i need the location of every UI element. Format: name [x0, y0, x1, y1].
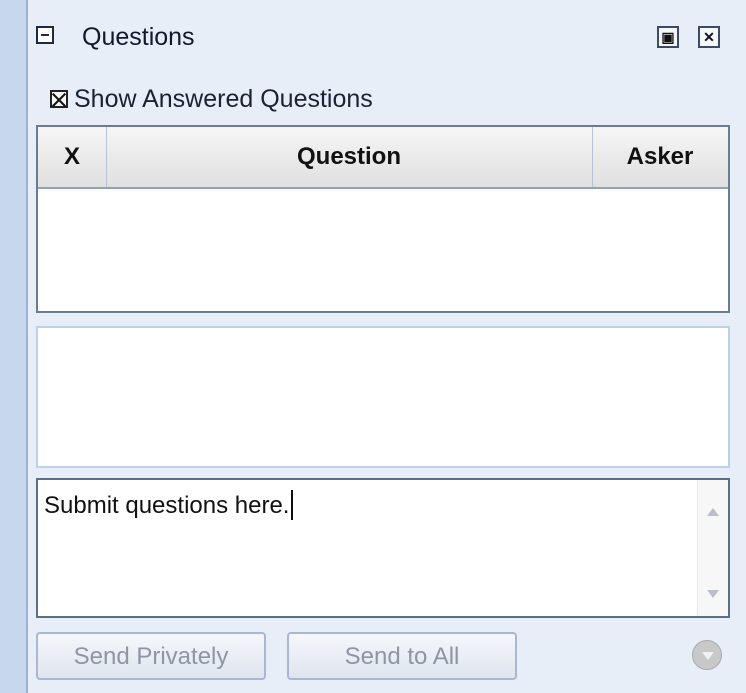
questions-table: X Question Asker — [36, 125, 730, 313]
question-input-value: Submit questions here. — [44, 492, 290, 519]
restore-icon[interactable]: ▣ — [657, 26, 679, 48]
questions-panel: Questions ▣ ✕ Show Answered Questions X … — [26, 0, 746, 693]
text-cursor — [291, 490, 294, 520]
scroll-down-icon[interactable] — [707, 590, 719, 598]
close-icon[interactable]: ✕ — [698, 26, 720, 48]
column-header-x[interactable]: X — [38, 127, 107, 187]
show-answered-label: Show Answered Questions — [74, 84, 373, 113]
show-answered-checkbox[interactable] — [50, 90, 68, 108]
input-scrollbar[interactable] — [697, 480, 728, 616]
table-header: X Question Asker — [38, 127, 728, 189]
panel-title: Questions — [82, 23, 195, 51]
question-input[interactable]: Submit questions here. — [36, 478, 730, 618]
chevron-down-icon[interactable] — [692, 640, 722, 670]
column-header-question[interactable]: Question — [106, 127, 593, 187]
answer-display-area — [36, 326, 730, 468]
send-to-all-button[interactable]: Send to All — [287, 632, 517, 680]
panel-header: Questions ▣ ✕ — [28, 10, 746, 60]
show-answered-toggle[interactable]: Show Answered Questions — [50, 84, 373, 114]
column-header-asker[interactable]: Asker — [592, 127, 728, 187]
collapse-icon[interactable] — [36, 26, 54, 44]
question-input-text[interactable]: Submit questions here. — [44, 490, 294, 520]
scroll-up-icon[interactable] — [707, 508, 719, 516]
send-privately-button[interactable]: Send Privately — [36, 632, 266, 680]
